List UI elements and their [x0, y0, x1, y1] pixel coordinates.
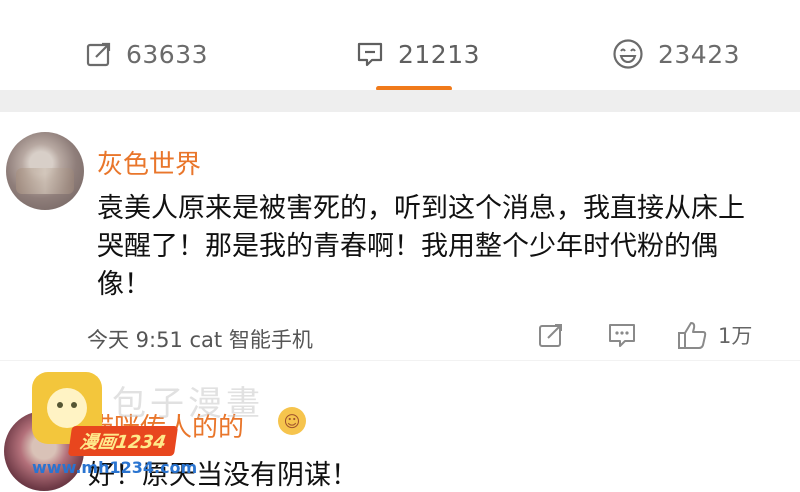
- avatar[interactable]: [6, 132, 84, 210]
- member-badge-icon: ☺: [278, 407, 306, 435]
- share-icon: [539, 324, 562, 347]
- like-stat[interactable]: 23423: [612, 36, 740, 72]
- comment-icon: [357, 42, 383, 67]
- section-divider: [0, 90, 800, 112]
- thumbs-up-icon: [678, 322, 707, 349]
- comment-count: 21213: [398, 39, 481, 69]
- comment-text: 好！原天当没有阴谋！: [88, 460, 358, 491]
- top-strip: [0, 0, 800, 23]
- comment-text: 袁美人原来是被害死的，听到这个消息，我直接从床上哭醒了！那是我的青春啊！我用整个…: [97, 193, 745, 300]
- share-button[interactable]: [537, 318, 565, 352]
- reply-button[interactable]: [607, 318, 637, 352]
- comment-icon: [609, 324, 635, 347]
- post-stats-bar: 63633 21213 23423: [0, 22, 800, 91]
- like-button[interactable]: 1万: [676, 318, 752, 352]
- comment-username[interactable]: 喵咪传人的的: [88, 407, 244, 444]
- like-count: 23423: [658, 39, 741, 69]
- repost-icon: [86, 42, 111, 67]
- repost-stat[interactable]: 63633: [86, 36, 208, 72]
- comment-username[interactable]: 灰色世界: [97, 144, 201, 181]
- repost-count: 63633: [126, 39, 209, 69]
- smile-icon: [613, 39, 643, 69]
- avatar[interactable]: [4, 411, 84, 491]
- comment-like-count: 1万: [718, 324, 753, 348]
- comment-item: 喵咪传人的的 ☺ 好！原天当没有阴谋！: [0, 360, 800, 491]
- comment-item: 灰色世界 袁美人原来是被害死的，听到这个消息，我直接从床上哭醒了！那是我的青春啊…: [0, 112, 800, 360]
- comment-meta: 今天 9:51 cat 智能手机: [87, 328, 313, 352]
- comment-stat[interactable]: 21213: [356, 36, 480, 72]
